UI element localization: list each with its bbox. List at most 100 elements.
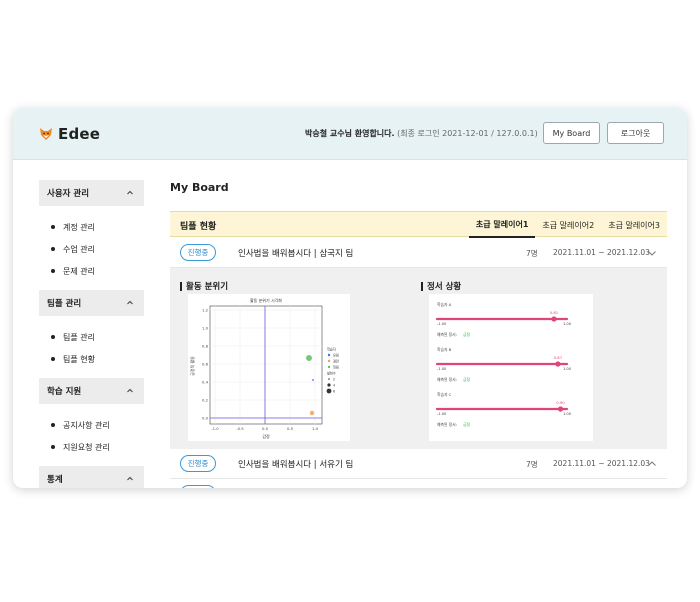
activity-label-text: 활동 분위기	[186, 282, 229, 292]
chevron-down-icon[interactable]	[647, 248, 657, 258]
emotion-label-text: 정서 상황	[427, 282, 462, 292]
learner-name: 학습자 A	[437, 302, 452, 307]
bullet-icon	[51, 335, 55, 339]
grid-lines	[210, 306, 322, 424]
status-badge: 진행중	[180, 455, 216, 472]
x-axis-label: 감정	[262, 433, 270, 439]
activity-label: 활동 분위기	[180, 280, 228, 292]
y-axis-label: 긍정적 활동	[189, 356, 195, 376]
team-row-partial[interactable]	[170, 479, 667, 488]
chevron-up-icon	[127, 476, 133, 481]
legend-label: 학습자	[327, 346, 336, 351]
data-point-blue	[312, 379, 314, 381]
predicted-emotion-value: 긍정	[463, 377, 470, 382]
sidebar-item[interactable]: 팀플 현황	[51, 348, 144, 370]
member-count: 7명	[526, 460, 538, 469]
bullet-icon	[51, 247, 55, 251]
tab-level-1[interactable]: 초급 말레이어1	[468, 212, 536, 238]
team-status-header: 팀플 현황 초급 말레이어1 초급 말레이어2 초급 말레이어3	[170, 211, 667, 238]
date-range: 2021.11.01 ~ 2021.12.03	[553, 248, 650, 257]
legend-size-marker	[327, 383, 331, 387]
fox-logo-icon	[40, 128, 52, 140]
logo[interactable]: Edee	[39, 125, 100, 143]
bullet-icon	[51, 225, 55, 229]
scale-min: -1.00	[437, 412, 447, 416]
x-tick-label: -0.5	[236, 426, 244, 431]
y-tick-label: 0.6	[202, 362, 209, 367]
activity-scatter-chart: 활동 분위기 시각화 1.2 1.0 0.8 0.6 0.4 0.2 0.0 -1.0 -0.…	[188, 294, 350, 441]
y-tick-label: 0.4	[202, 380, 209, 385]
sidebar-item-label: 팀플 관리	[63, 332, 95, 342]
sidebar-item-label: 공지사항 관리	[63, 420, 110, 430]
legend-size-marker	[326, 388, 332, 394]
emotion-marker	[557, 406, 564, 412]
member-count: 7명	[526, 249, 538, 258]
y-tick-labels: 1.2 1.0 0.8 0.6 0.4 0.2 0.0	[202, 308, 209, 421]
sidebar-item[interactable]: 문제 관리	[51, 260, 144, 282]
legend-label: 2	[333, 377, 335, 381]
label-bar	[421, 281, 423, 291]
y-tick-label: 0.2	[202, 398, 209, 403]
predicted-emotion-label: 예측된 정서:	[437, 377, 457, 382]
emotion-value: 0.87	[554, 355, 563, 360]
team-row[interactable]: 진행중 인사법을 배워봅시다 | 서유기 팀 7명 2021.11.01 ~ 2…	[170, 449, 667, 479]
sidebar-section-title: 통계	[47, 475, 63, 485]
emotion-marker	[551, 316, 557, 322]
data-point-green	[306, 355, 312, 361]
bullet-icon	[51, 357, 55, 361]
legend-label: 6	[333, 389, 335, 393]
status-badge: 진행중	[180, 244, 216, 261]
my-board-button[interactable]: My Board	[543, 122, 600, 144]
tab-bar: 초급 말레이어1 초급 말레이어2 초급 말레이어3	[468, 212, 667, 238]
sidebar-section-support: 학습 지원 공지사항 관리 지원요청 관리	[39, 378, 144, 466]
app-window: Edee 박승철 교수님 환영합니다. (최종 로그인 2021-12-01 /…	[13, 108, 687, 488]
y-tick-label: 0.8	[202, 344, 209, 349]
emotion-value: 0.81	[550, 310, 559, 315]
legend: 학습자유림경란월림발화수 2 4 6	[326, 346, 339, 394]
team-status-title: 팀플 현황	[180, 222, 217, 232]
tab-level-2[interactable]: 초급 말레이어2	[535, 212, 601, 238]
sidebar-item[interactable]: 수업 관리	[51, 238, 144, 260]
learner-name: 학습자 C	[437, 392, 452, 397]
legend-label: 발화수	[327, 370, 336, 375]
sidebar-section-title: 사용자 관리	[47, 189, 90, 199]
scale-min: -1.00	[437, 322, 447, 326]
x-tick-label: 0.0	[262, 426, 269, 431]
team-row[interactable]: 진행중 인사법을 배워봅시다 | 삼국지 팀 7명 2021.11.01 ~ 2…	[170, 238, 667, 268]
sidebar-item-label: 팀플 현황	[63, 354, 95, 364]
sidebar-item[interactable]: 지원요청 관리	[51, 436, 144, 458]
emotion-value: 0.90	[556, 400, 565, 405]
emotion-card: 학습자 A 0.81 -1.00 1.00 예측된 정서: 긍정 학습자 B 0.87 -1.0…	[429, 294, 593, 441]
y-tick-label: 1.0	[202, 326, 209, 331]
sidebar-section-header[interactable]: 사용자 관리	[39, 180, 144, 206]
team-detail-panel: 활동 분위기 정서 상황 활동 분위기 시각화 1.2 1.0 0.8 0.6 0.4 0…	[170, 268, 667, 449]
chevron-up-icon	[127, 300, 133, 305]
main-content: My Board 팀플 현황 초급 말레이어1 초급 말레이어2 초급 말레이어…	[170, 160, 687, 488]
sidebar-item[interactable]: 팀플 관리	[51, 326, 144, 348]
sidebar-section-header[interactable]: 학습 지원	[39, 378, 144, 404]
logout-button[interactable]: 로그아웃	[607, 122, 664, 144]
sidebar-item[interactable]: 공지사항 관리	[51, 414, 144, 436]
bullet-icon	[51, 269, 55, 273]
chevron-up-icon	[127, 190, 133, 195]
tab-level-3[interactable]: 초급 말레이어3	[601, 212, 667, 238]
legend-label: 유림	[333, 352, 339, 357]
team-row-title: 인사법을 배워봅시다 | 삼국지 팀	[238, 249, 354, 259]
predicted-emotion-label: 예측된 정서:	[437, 422, 457, 427]
x-tick-label: 1.0	[312, 426, 319, 431]
sidebar-item-label: 지원요청 관리	[63, 442, 110, 452]
predicted-emotion-value: 긍정	[463, 422, 470, 427]
top-bar: Edee 박승철 교수님 환영합니다. (최종 로그인 2021-12-01 /…	[13, 108, 687, 160]
date-range: 2021.11.01 ~ 2021.12.03	[553, 459, 650, 468]
learner-name: 학습자 B	[437, 347, 452, 352]
bullet-icon	[51, 445, 55, 449]
sidebar-section-header[interactable]: 팀플 관리	[39, 290, 144, 316]
welcome-name: 박승철 교수님 환영합니다.	[305, 129, 395, 138]
scatter-title: 활동 분위기 시각화	[250, 297, 282, 303]
sidebar-item[interactable]: 계정 관리	[51, 216, 144, 238]
x-tick-labels: -1.0 -0.5 0.0 0.5 1.0	[211, 426, 318, 431]
emotion-row: 학습자 B 0.87 -1.00 1.00 예측된 정서: 긍정	[435, 347, 572, 382]
sidebar-section-header[interactable]: 통계	[39, 466, 144, 488]
scale-min: -1.00	[437, 367, 447, 371]
chevron-up-icon[interactable]	[647, 459, 657, 469]
